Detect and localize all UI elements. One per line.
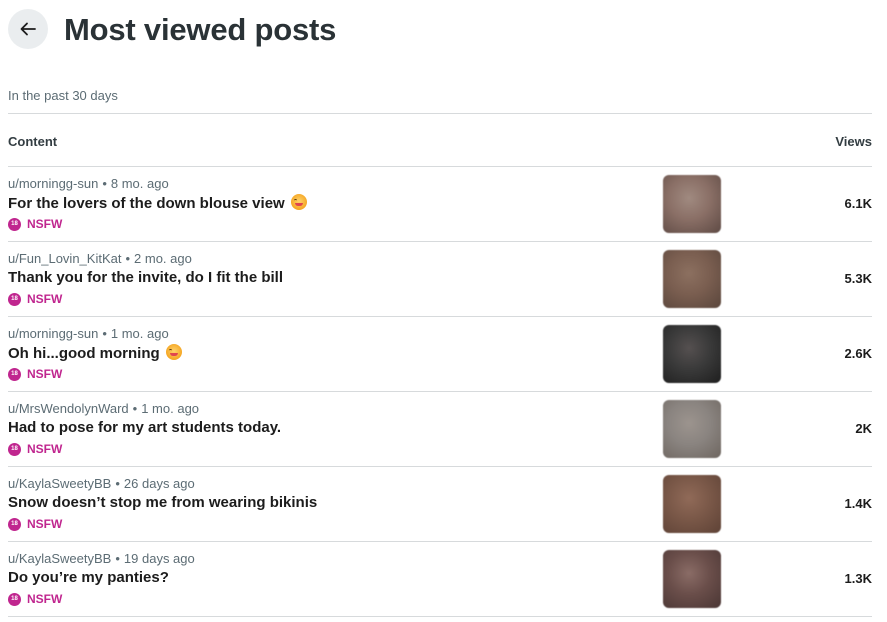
post-thumbnail[interactable] <box>663 550 721 608</box>
post-title-text: For the lovers of the down blouse view <box>8 195 285 212</box>
post-title[interactable]: Do you’re my panties? <box>8 569 169 586</box>
post-row[interactable]: u/Fun_Lovin_KitKat • 2 mo. ago Thank you f… <box>8 242 872 317</box>
post-row[interactable]: u/MrsWendolynWard • 1 mo. ago Had to pose … <box>8 392 872 467</box>
page-subtitle: In the past 30 days <box>8 88 118 103</box>
column-header-views: Views <box>835 134 872 149</box>
nsfw-badge-icon: 18 <box>8 217 21 231</box>
post-author[interactable]: u/KaylaSweetyBB <box>8 476 111 491</box>
meta-separator: • <box>132 401 138 416</box>
nsfw-badge-icon: 18 <box>8 517 21 531</box>
nsfw-badge-icon: 18 <box>8 292 21 306</box>
post-meta: u/KaylaSweetyBB • 26 days ago <box>8 476 195 491</box>
post-author[interactable]: u/morningg-sun <box>8 176 98 191</box>
nsfw-label: NSFW <box>27 367 63 381</box>
meta-separator: • <box>115 476 120 491</box>
post-thumbnail[interactable] <box>663 325 721 383</box>
post-meta: u/morningg-sun • 8 mo. ago <box>8 176 169 191</box>
post-meta: u/Fun_Lovin_KitKat • 2 mo. ago <box>8 251 192 266</box>
post-meta: u/KaylaSweetyBB • 19 days ago <box>8 551 195 566</box>
arrow-left-icon <box>19 20 37 38</box>
post-age: 1 mo. ago <box>110 326 169 341</box>
post-views: 6.1K <box>844 196 872 211</box>
nsfw-tag: 18 NSFW <box>8 517 62 531</box>
post-thumbnail[interactable] <box>663 250 721 308</box>
post-views: 1.4K <box>844 496 872 511</box>
post-age: 19 days ago <box>123 551 195 566</box>
post-age: 1 mo. ago <box>141 401 200 416</box>
post-author[interactable]: u/MrsWendolynWard <box>8 401 129 416</box>
face-savoring-food-emoji-icon <box>290 194 307 210</box>
nsfw-badge-icon: 18 <box>8 367 21 381</box>
post-age: 8 mo. ago <box>110 176 169 191</box>
post-row[interactable]: u/KaylaSweetyBB • 19 days ago Do you’re my… <box>8 542 872 617</box>
post-meta: u/morningg-sun • 1 mo. ago <box>8 326 169 341</box>
back-button[interactable] <box>8 9 48 49</box>
post-views: 2K <box>855 421 872 436</box>
nsfw-label: NSFW <box>27 517 63 531</box>
post-row[interactable]: u/KaylaSweetyBB • 26 days ago Snow doesn’t… <box>8 467 872 542</box>
nsfw-tag: 18 NSFW <box>8 592 62 606</box>
meta-separator: • <box>125 251 131 266</box>
post-title-text: Oh hi...good morning <box>8 345 160 362</box>
meta-separator: • <box>102 326 107 341</box>
nsfw-tag: 18 NSFW <box>8 217 62 231</box>
post-author[interactable]: u/Fun_Lovin_KitKat <box>8 251 121 266</box>
post-age: 26 days ago <box>123 476 195 491</box>
nsfw-tag: 18 NSFW <box>8 292 62 306</box>
nsfw-tag: 18 NSFW <box>8 442 62 456</box>
nsfw-label: NSFW <box>27 292 63 306</box>
page: Most viewed posts In the past 30 days Co… <box>0 0 887 622</box>
page-header: Most viewed posts <box>8 9 336 49</box>
post-title-text: Had to pose for my art students today. <box>8 419 282 436</box>
nsfw-badge-icon: 18 <box>8 592 21 606</box>
post-title[interactable]: Oh hi...good morning <box>8 344 182 362</box>
post-title[interactable]: Had to pose for my art students today. <box>8 419 281 436</box>
nsfw-label: NSFW <box>27 592 63 606</box>
nsfw-label: NSFW <box>27 217 63 231</box>
post-author[interactable]: u/KaylaSweetyBB <box>8 551 111 566</box>
post-row[interactable]: u/morningg-sun • 8 mo. ago For the lovers … <box>8 167 872 242</box>
page-title: Most viewed posts <box>64 12 337 47</box>
post-title-text: Snow doesn’t stop me from wearing bikini… <box>8 494 318 511</box>
post-title-text: Do you’re my panties? <box>8 569 169 586</box>
post-title[interactable]: Thank you for the invite, do I fit the b… <box>8 269 283 286</box>
meta-separator: • <box>102 176 107 191</box>
post-views: 5.3K <box>844 271 872 286</box>
post-title-text: Thank you for the invite, do I fit the b… <box>8 269 284 286</box>
post-list: u/morningg-sun • 8 mo. ago For the lovers … <box>8 167 872 617</box>
nsfw-badge-icon: 18 <box>8 442 21 456</box>
post-age: 2 mo. ago <box>134 251 192 266</box>
post-title[interactable]: Snow doesn’t stop me from wearing bikini… <box>8 494 317 511</box>
post-thumbnail[interactable] <box>663 175 721 233</box>
post-author[interactable]: u/morningg-sun <box>8 326 98 341</box>
nsfw-label: NSFW <box>27 442 63 456</box>
post-views: 1.3K <box>844 571 872 586</box>
face-savoring-food-emoji-icon <box>165 344 182 360</box>
post-row[interactable]: u/morningg-sun • 1 mo. ago Oh hi...good mo… <box>8 317 872 392</box>
post-meta: u/MrsWendolynWard • 1 mo. ago <box>8 401 199 416</box>
post-views: 2.6K <box>844 346 872 361</box>
nsfw-tag: 18 NSFW <box>8 367 62 381</box>
divider <box>8 113 872 114</box>
post-thumbnail[interactable] <box>663 475 721 533</box>
post-thumbnail[interactable] <box>663 400 721 458</box>
column-header-content: Content <box>8 134 58 149</box>
post-title[interactable]: For the lovers of the down blouse view <box>8 194 307 212</box>
meta-separator: • <box>115 551 120 566</box>
